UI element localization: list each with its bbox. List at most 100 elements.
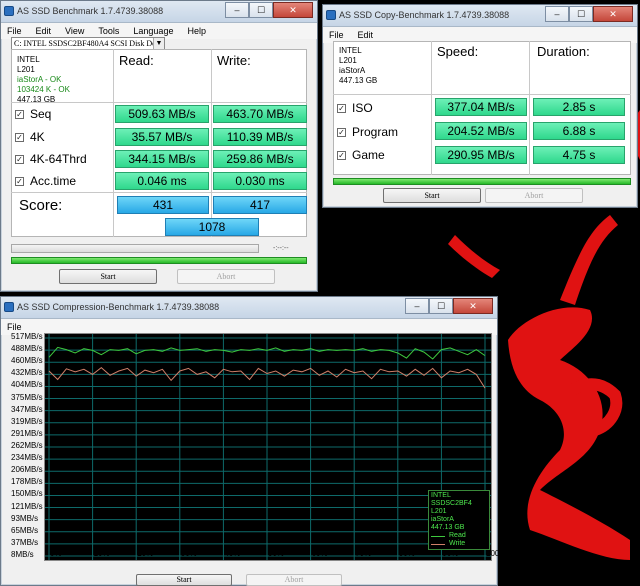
- main-title-bar[interactable]: AS SSD Benchmark 1.7.4739.38088 – ☐ ✕: [1, 1, 317, 23]
- copy-abort-button[interactable]: Abort: [485, 188, 583, 203]
- minimize-button[interactable]: –: [405, 298, 429, 314]
- y-tick-label: 488MB/s: [11, 344, 43, 354]
- minimize-button[interactable]: –: [225, 2, 249, 18]
- close-button[interactable]: ✕: [593, 6, 633, 22]
- row-4k[interactable]: ✓ 4K: [15, 130, 45, 144]
- y-tick-label: 460MB/s: [11, 356, 43, 366]
- 4k-read-value: 35.57 MB/s: [115, 128, 209, 146]
- row-acc-time[interactable]: ✓ Acc.time: [15, 174, 76, 188]
- y-tick-label: 291MB/s: [11, 428, 43, 438]
- alignment-status: 103424 K - OK: [17, 85, 70, 94]
- close-button[interactable]: ✕: [273, 2, 313, 18]
- main-window-title: AS SSD Benchmark 1.7.4739.38088: [17, 6, 164, 16]
- checkbox-4k[interactable]: ✓: [15, 132, 24, 142]
- iso-speed-value: 377.04 MB/s: [435, 98, 527, 116]
- compression-title-bar[interactable]: AS SSD Compression-Benchmark 1.7.4739.38…: [1, 297, 497, 319]
- row-label: Acc.time: [30, 174, 77, 188]
- y-tick-label: 319MB/s: [11, 416, 43, 426]
- compression-abort-button[interactable]: Abort: [246, 574, 342, 586]
- menu-tools[interactable]: Tools: [98, 26, 119, 36]
- checkbox-acc-time[interactable]: ✓: [15, 176, 24, 186]
- checkbox-seq[interactable]: ✓: [15, 109, 24, 119]
- menu-language[interactable]: Language: [133, 26, 173, 36]
- y-tick-label: 262MB/s: [11, 441, 43, 450]
- row-seq[interactable]: ✓ Seq: [15, 107, 51, 121]
- drive-firmware: L201: [17, 65, 35, 74]
- start-button[interactable]: Start: [59, 269, 157, 284]
- copy-start-button[interactable]: Start: [383, 188, 481, 203]
- row-label: 4K: [30, 130, 45, 144]
- 4k64-read-value: 344.15 MB/s: [115, 150, 209, 168]
- compression-window-title: AS SSD Compression-Benchmark 1.7.4739.38…: [17, 302, 220, 312]
- 4k-write-value: 110.39 MB/s: [213, 128, 307, 146]
- chart-legend: INTEL SSDSC2BF4 L201 iaStorA 447.13 GB R…: [428, 490, 490, 550]
- compression-start-button[interactable]: Start: [136, 574, 232, 586]
- menu-edit[interactable]: Edit: [36, 26, 52, 36]
- copy-window-title: AS SSD Copy-Benchmark 1.7.4739.38088: [339, 10, 510, 20]
- maximize-button[interactable]: ☐: [249, 2, 273, 18]
- close-button[interactable]: ✕: [453, 298, 493, 314]
- legend-write-swatch: [431, 543, 445, 545]
- compression-benchmark-window: AS SSD Compression-Benchmark 1.7.4739.38…: [0, 296, 506, 586]
- driver-status: iaStorA - OK: [17, 75, 62, 84]
- y-tick-label: 375MB/s: [11, 392, 43, 402]
- score-read: 431: [117, 196, 209, 214]
- seq-read-value: 509.63 MB/s: [115, 105, 209, 123]
- x-tick-label: 50%: [268, 549, 285, 558]
- total-progress-bar: [11, 257, 307, 264]
- grid-divider: [11, 192, 307, 193]
- acc-read-value: 0.046 ms: [115, 172, 209, 190]
- drive-capacity: 447.13 GB: [17, 95, 56, 104]
- row-4k-64thrd[interactable]: ✓ 4K-64Thrd: [15, 152, 87, 166]
- speed-header: Speed:: [437, 44, 479, 59]
- checkbox-program[interactable]: ✓: [337, 127, 346, 137]
- row-iso[interactable]: ✓ ISO: [337, 101, 373, 115]
- menu-file[interactable]: File: [7, 26, 22, 36]
- copy-title-bar[interactable]: AS SSD Copy-Benchmark 1.7.4739.38088 – ☐…: [323, 5, 637, 27]
- row-label: Program: [352, 125, 399, 139]
- main-benchmark-window: AS SSD Benchmark 1.7.4739.38088 – ☐ ✕ Fi…: [0, 0, 318, 292]
- grid-divider: [529, 41, 530, 175]
- game-duration-value: 4.75 s: [533, 146, 625, 164]
- program-speed-value: 204.52 MB/s: [435, 122, 527, 140]
- legend-driver: iaStorA: [431, 516, 454, 523]
- legend-capacity: 447.13 GB: [431, 524, 465, 531]
- drive-capacity: 447.13 GB: [339, 76, 378, 85]
- x-tick-label: 70%: [355, 549, 372, 558]
- x-tick-label: 80%: [398, 549, 415, 558]
- x-tick-label: 20%: [137, 549, 154, 558]
- seq-write-value: 463.70 MB/s: [213, 105, 307, 123]
- menu-edit[interactable]: Edit: [358, 30, 374, 40]
- menu-file[interactable]: File: [7, 322, 22, 332]
- abort-button[interactable]: Abort: [177, 269, 275, 284]
- legend-read: Read: [431, 532, 487, 540]
- score-total: 1078: [165, 218, 259, 236]
- x-tick-label: 40%: [224, 549, 241, 558]
- acc-write-value: 0.030 ms: [213, 172, 307, 190]
- duration-header: Duration:: [537, 44, 590, 59]
- row-game[interactable]: ✓ Game: [337, 148, 385, 162]
- y-tick-label: 150MB/s: [11, 489, 43, 499]
- grid-divider: [211, 49, 212, 237]
- checkbox-4k-64thrd[interactable]: ✓: [15, 154, 24, 164]
- maximize-button[interactable]: ☐: [429, 298, 453, 314]
- minimize-button[interactable]: –: [545, 6, 569, 22]
- maximize-button[interactable]: ☐: [569, 6, 593, 22]
- copy-progress-bar: [333, 178, 631, 185]
- checkbox-game[interactable]: ✓: [337, 150, 346, 160]
- menu-view[interactable]: View: [65, 26, 84, 36]
- row-label: Seq: [30, 107, 52, 121]
- menu-help[interactable]: Help: [187, 26, 206, 36]
- menu-file[interactable]: File: [329, 30, 344, 40]
- checkbox-iso[interactable]: ✓: [337, 103, 346, 113]
- desktop-red-stroke-4: [560, 215, 618, 305]
- grid-divider: [113, 49, 114, 237]
- row-label: Game: [352, 148, 385, 162]
- chevron-down-icon[interactable]: ▼: [153, 38, 164, 49]
- grid-divider: [431, 41, 432, 175]
- drive-firmware: L201: [339, 56, 357, 65]
- y-tick-label: 93MB/s: [11, 513, 39, 523]
- score-write: 417: [213, 196, 307, 214]
- row-program[interactable]: ✓ Program: [337, 125, 398, 139]
- drive-model: INTEL: [339, 46, 362, 55]
